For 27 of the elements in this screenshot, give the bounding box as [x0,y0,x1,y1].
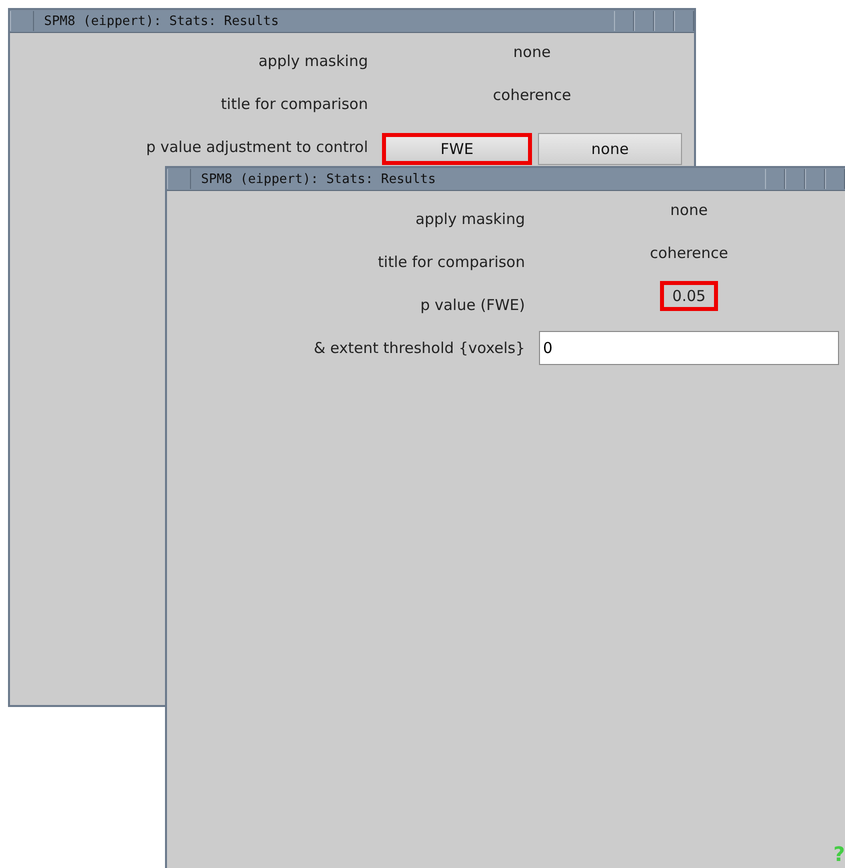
choice-button[interactable]: none [538,132,682,164]
window-menu-button[interactable] [10,11,34,31]
field-label: apply masking [257,50,368,70]
field-label: title for comparison [220,94,368,112]
window-title: SPM8 (eippert): Stats: Results [201,172,437,186]
field-value: coherence [492,84,572,106]
field-label: & extent threshold {voxels} [312,338,525,356]
window-control-button[interactable] [765,169,785,189]
window-control-button[interactable] [805,169,825,189]
window-control-button[interactable] [674,11,694,31]
window-menu-button[interactable] [167,169,191,189]
window-title: SPM8 (eippert): Stats: Results [44,14,280,28]
field-label: apply masking [414,208,525,228]
field-value: coherence [648,242,730,264]
window-control-button[interactable] [634,11,654,31]
window-control-button[interactable] [614,11,634,31]
field-value: none [512,42,552,62]
input-field[interactable]: 0 [539,330,839,364]
window-control-button[interactable] [785,169,805,189]
window-control-button[interactable] [825,169,845,189]
window-control-button[interactable] [654,11,674,31]
field-label: p value (FWE) [419,294,525,314]
choice-button[interactable]: FWE [382,132,532,164]
field-value: none [669,200,709,220]
field-label: title for comparison [376,252,525,270]
field-value: 0.05 [660,280,718,310]
field-label: p value adjustment to control [145,136,368,156]
